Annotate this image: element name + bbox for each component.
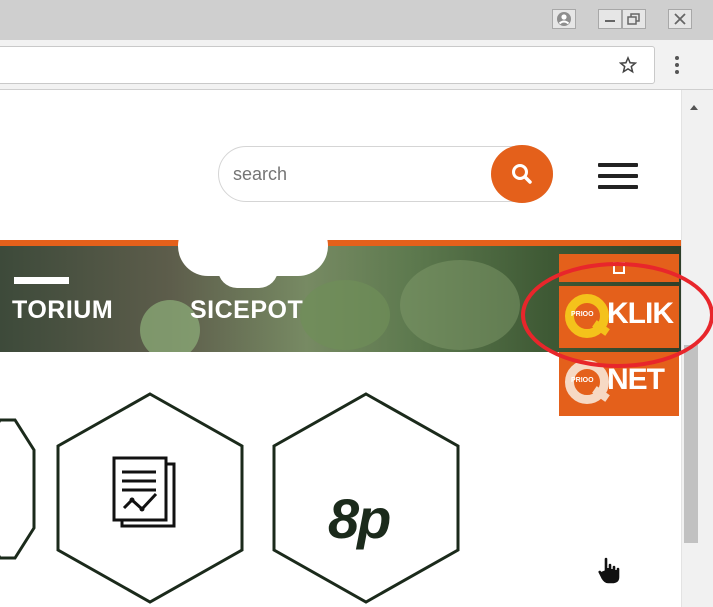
- restore-icon[interactable]: [622, 9, 646, 29]
- browser-titlebar: [0, 0, 713, 40]
- partial-hexagon-icon[interactable]: [0, 418, 36, 560]
- banner-plant-shape: [400, 260, 520, 350]
- search-icon: [512, 164, 532, 184]
- 8p-label: 8p: [328, 487, 391, 550]
- banner-link-torium[interactable]: TORIUM: [12, 296, 113, 325]
- banner-cloud-shape: [218, 250, 278, 288]
- star-icon[interactable]: [618, 55, 638, 79]
- banner-active-indicator: [14, 277, 69, 284]
- hamburger-menu-icon[interactable]: [598, 163, 638, 189]
- browser-toolbar: [0, 40, 713, 90]
- search-button[interactable]: [491, 145, 553, 203]
- highlight-annotation: [521, 262, 713, 368]
- profile-icon[interactable]: [552, 9, 576, 29]
- close-icon[interactable]: [668, 9, 692, 29]
- hand-cursor-icon: [596, 556, 622, 591]
- minimize-icon[interactable]: [598, 9, 622, 29]
- kebab-menu-icon[interactable]: [669, 54, 685, 76]
- report-chart-icon: [112, 456, 176, 528]
- scroll-up-arrow-icon[interactable]: [689, 98, 699, 116]
- banner-accent-stripe: [0, 240, 681, 246]
- scrollbar-thumb[interactable]: [684, 345, 698, 543]
- search-placeholder: search: [233, 164, 288, 184]
- banner-plant-shape: [300, 280, 390, 350]
- banner-link-sicepot[interactable]: SICEPOT: [190, 296, 303, 325]
- address-bar[interactable]: [0, 46, 655, 84]
